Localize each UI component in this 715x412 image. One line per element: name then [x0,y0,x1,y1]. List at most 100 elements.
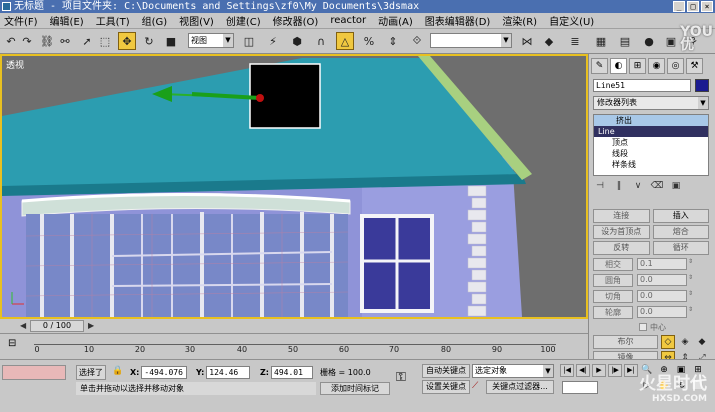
current-frame-field[interactable] [562,381,598,394]
hierarchy-tab-icon[interactable]: ⊞ [629,58,646,74]
play-icon[interactable]: ▶ [592,364,606,377]
menu-modifiers[interactable]: 修改器(O) [273,13,319,28]
mirror-icon[interactable]: ⋈ [518,32,536,50]
auto-key-button[interactable]: 自动关键点 [422,364,470,378]
menu-edit[interactable]: 编辑(E) [50,13,84,28]
pivot-icon[interactable]: ◫ [240,32,258,50]
menu-animation[interactable]: 动画(A) [378,13,413,28]
stack-item-spline[interactable]: 样条线 [594,159,708,170]
set-key-button[interactable]: 设置关键点 [422,380,470,394]
manipulate-icon[interactable]: ⚡ [264,32,282,50]
stack-item-vertex[interactable]: 顶点 [594,137,708,148]
outline-button[interactable]: 轮廓 [593,305,633,319]
menu-reactor[interactable]: reactor [330,15,366,26]
boolean-button[interactable]: 布尔 [593,335,658,349]
select-move-icon[interactable]: ✥ [118,32,136,50]
redo-icon[interactable]: ↷ [18,32,36,50]
unlink-icon[interactable]: ⚯ [56,32,74,50]
select-object-icon[interactable]: ➚ [78,32,96,50]
align-icon[interactable]: ◆ [540,32,558,50]
modifier-list-dropdown[interactable]: 修改器列表 ▼ [593,96,709,110]
next-frame-icon[interactable]: |▶ [608,364,622,377]
key-icon[interactable]: ⚿ [396,370,406,385]
curve-editor-icon[interactable]: ▦ [592,32,610,50]
select-region-icon[interactable]: ⬚ [96,32,114,50]
object-name-field[interactable]: Line51 [593,79,691,92]
menu-graph-editors[interactable]: 图表编辑器(D) [425,13,491,28]
intersect-icon[interactable]: ◆ [695,335,709,349]
fillet-button[interactable]: 圆角 [593,273,633,287]
modify-tab-icon[interactable]: ◐ [610,58,627,74]
create-tab-icon[interactable]: ✎ [591,58,608,74]
utilities-tab-icon[interactable]: ⚒ [686,58,703,74]
select-link-icon[interactable]: ⛓ [38,32,56,50]
menu-create[interactable]: 创建(C) [226,13,261,28]
outline-value[interactable]: 0.0 [637,306,687,318]
stack-item-line[interactable]: Line [594,126,708,137]
fuse-button[interactable]: 熔合 [652,225,709,239]
menu-tools[interactable]: 工具(T) [96,13,130,28]
spinner-snap-icon[interactable]: ⇕ [384,32,402,50]
insert-button[interactable]: 插入 [652,209,709,223]
maxscript-listener[interactable] [2,365,66,380]
go-to-end-icon[interactable]: ▶| [624,364,638,377]
pin-stack-icon[interactable]: ⊣ [593,180,607,192]
y-value[interactable]: 124.46 [206,366,251,379]
spinner-icon[interactable]: ⇕ [688,274,696,286]
remove-modifier-icon[interactable]: ⌫ [650,180,664,192]
angle-snap-icon[interactable]: △ [336,32,354,50]
keyboard-shortcut-icon[interactable]: ⬢ [288,32,306,50]
menu-group[interactable]: 组(G) [142,13,168,28]
percent-snap-icon[interactable]: % [360,32,378,50]
motion-tab-icon[interactable]: ◉ [648,58,665,74]
menu-views[interactable]: 视图(V) [179,13,214,28]
union-icon[interactable]: ◇ [661,335,675,349]
track-bar[interactable]: ⊟ 0 10 20 30 40 50 60 70 80 90 100 [0,333,588,357]
center-checkbox[interactable] [639,323,647,331]
select-scale-icon[interactable]: ■ [162,32,180,50]
reverse-button[interactable]: 反转 [593,241,650,255]
perspective-viewport[interactable]: 透视 [0,54,588,319]
cross-insert-value[interactable]: 0.1 [637,258,687,270]
track-bar-menu-icon[interactable]: ⊟ [8,338,16,349]
snap-3d-icon[interactable]: ∩ [312,32,330,50]
z-value[interactable]: 494.01 [271,366,313,379]
connect-button[interactable]: 连接 [593,209,650,223]
cross-insert-button[interactable]: 相交 [593,257,633,271]
stack-item-extrude[interactable]: 挤出 [594,115,708,126]
maximize-button[interactable]: □ [687,1,699,12]
make-first-button[interactable]: 设为首顶点 [593,225,650,239]
chamfer-button[interactable]: 切角 [593,289,633,303]
show-end-result-icon[interactable]: ‖ [612,180,626,192]
previous-frame-icon[interactable]: ◀| [576,364,590,377]
x-value[interactable]: -494.076 [141,366,188,379]
fillet-value[interactable]: 0.0 [637,274,687,286]
chamfer-value[interactable]: 0.0 [637,290,687,302]
stack-item-segment[interactable]: 线段 [594,148,708,159]
reference-coord-select[interactable]: 视图 ▼ [188,33,234,48]
named-selection-select[interactable]: ▼ [430,33,512,48]
schematic-view-icon[interactable]: ▤ [616,32,634,50]
spinner-icon[interactable]: ⇕ [688,290,696,302]
close-button[interactable]: × [701,1,713,12]
menu-customize[interactable]: 自定义(U) [549,13,594,28]
minimize-button[interactable]: _ [673,1,685,12]
spinner-icon[interactable]: ⇕ [688,258,696,270]
material-editor-icon[interactable]: ● [640,32,658,50]
menu-file[interactable]: 文件(F) [4,13,38,28]
lock-selection-icon[interactable]: 🔒 [112,366,123,378]
prev-frame-icon[interactable]: ◀ [20,321,26,330]
render-setup-icon[interactable]: ▣ [662,32,680,50]
configure-sets-icon[interactable]: ▣ [669,180,683,192]
time-slider[interactable]: 0 / 100 [30,320,84,332]
layer-manager-icon[interactable]: ≣ [566,32,584,50]
add-time-tag-button[interactable]: 添加时间标记 [320,382,390,395]
go-to-start-icon[interactable]: |◀ [560,364,574,377]
cycle-button[interactable]: 循环 [652,241,709,255]
key-selection-select[interactable]: 选定对象 ▼ [472,364,554,378]
next-frame-icon[interactable]: ▶ [88,321,94,330]
object-color-swatch[interactable] [695,79,709,92]
menu-rendering[interactable]: 渲染(R) [502,13,537,28]
center-option[interactable]: 中心 [593,321,709,333]
spinner-icon[interactable]: ⇕ [688,306,696,318]
